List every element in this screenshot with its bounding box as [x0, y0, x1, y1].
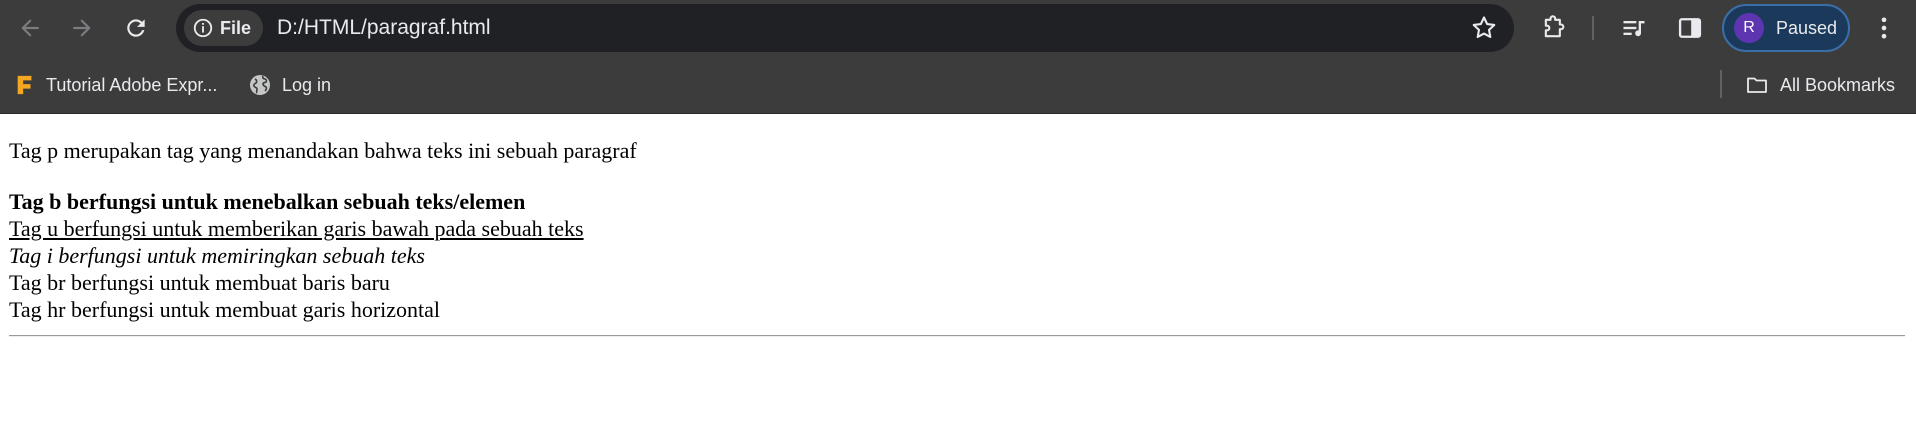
- arrow-left-icon: [21, 19, 39, 37]
- side-panel-button[interactable]: [1674, 12, 1706, 44]
- info-icon: [193, 18, 213, 38]
- all-bookmarks-button[interactable]: All Bookmarks: [1744, 68, 1895, 102]
- bookmark-star-icon[interactable]: [1470, 14, 1498, 42]
- reload-icon: [127, 19, 145, 37]
- bookmarks-bar: Tutorial Adobe Expr... Log in All Bookma…: [0, 56, 1916, 114]
- bookmark-item-tutorial[interactable]: Tutorial Adobe Expr...: [14, 68, 217, 102]
- underlined-text: Tag u berfungsi untuk memberikan garis b…: [9, 216, 584, 241]
- globe-icon: [250, 75, 270, 95]
- br-text: Tag br berfungsi untuk membuat baris bar…: [9, 270, 390, 295]
- folder-icon: [1747, 77, 1767, 93]
- avatar: R: [1734, 13, 1764, 43]
- hr-text: Tag hr berfungsi untuk membuat garis hor…: [9, 297, 441, 322]
- puzzle-icon: [1544, 15, 1565, 38]
- more-vert-icon: [1881, 17, 1887, 39]
- url-text[interactable]: D:/HTML/paragraf.html: [277, 16, 491, 40]
- bookmark-label: Tutorial Adobe Expr...: [46, 74, 218, 95]
- horizontal-rule: [9, 335, 1905, 337]
- paragraph-text: Tag p merupakan tag yang menandakan bahw…: [9, 138, 637, 163]
- profile-button[interactable]: R Paused: [1722, 4, 1850, 52]
- back-button[interactable]: [10, 8, 50, 48]
- bookmark-label: Log in: [282, 74, 332, 95]
- site-info-chip[interactable]: File: [184, 10, 264, 46]
- all-bookmarks-label: All Bookmarks: [1780, 74, 1896, 95]
- profile-status: Paused: [1776, 17, 1838, 38]
- media-controls-button[interactable]: [1618, 12, 1650, 44]
- toolbar-separator: [1592, 16, 1594, 40]
- bookmark-item-login[interactable]: Log in: [248, 68, 331, 102]
- browser-toolbar: File D:/HTML/paragraf.html R Paused: [0, 0, 1916, 56]
- text-lines: Tag b berfungsi untuk menebalkan sebuah …: [9, 188, 584, 323]
- side-panel-icon: [1678, 18, 1702, 38]
- adobe-express-f-icon: [17, 75, 32, 95]
- browser-menu-button[interactable]: [1868, 12, 1900, 44]
- italic-text: Tag i berfungsi untuk memiringkan sebuah…: [9, 243, 425, 268]
- extensions-button[interactable]: [1538, 12, 1570, 44]
- site-chip-label: File: [220, 17, 252, 38]
- bookmarks-separator: [1720, 70, 1722, 98]
- bold-text: Tag b berfungsi untuk menebalkan sebuah …: [9, 189, 526, 214]
- playlist-icon: [1623, 21, 1645, 37]
- forward-button[interactable]: [62, 8, 102, 48]
- reload-button[interactable]: [116, 8, 156, 48]
- page-content: Tag p merupakan tag yang menandakan bahw…: [0, 114, 1916, 438]
- address-bar[interactable]: File D:/HTML/paragraf.html: [176, 4, 1514, 52]
- arrow-right-icon: [73, 19, 91, 37]
